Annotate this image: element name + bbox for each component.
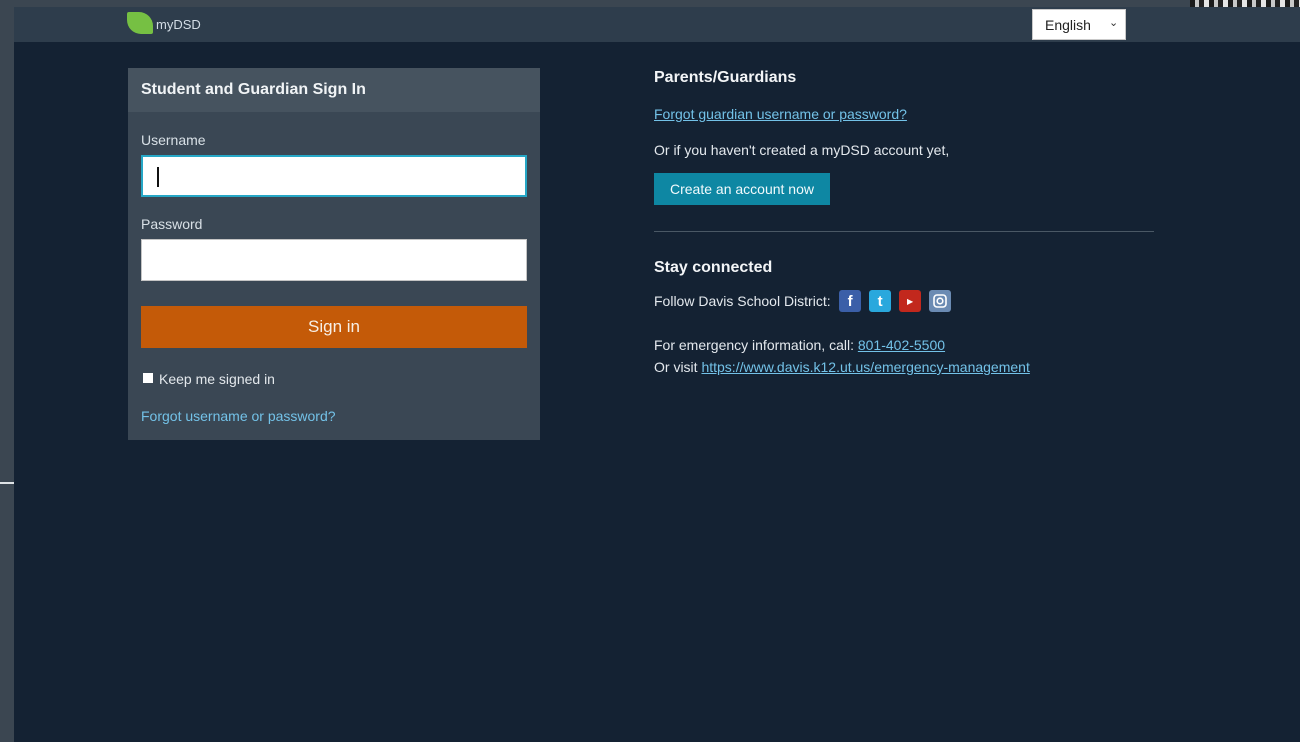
forgot-guardian-link[interactable]: Forgot guardian username or password? <box>654 106 907 122</box>
top-navigation-bar: myDSD English ⌄ <box>14 7 1300 42</box>
keep-signed-in-label[interactable]: Keep me signed in <box>159 371 275 387</box>
parents-title: Parents/Guardians <box>654 69 797 86</box>
emergency-phone-link[interactable]: 801-402-5500 <box>858 337 945 353</box>
leaf-logo-icon[interactable] <box>127 12 153 34</box>
password-label: Password <box>141 216 203 232</box>
decorative-barcode-strip <box>1190 0 1300 7</box>
visit-line: Or visit https://www.davis.k12.ut.us/eme… <box>654 359 1030 375</box>
section-divider <box>654 231 1154 232</box>
follow-row: Follow Davis School District: f t ▶ <box>654 290 952 312</box>
create-account-button[interactable]: Create an account now <box>654 173 830 205</box>
signin-button[interactable]: Sign in <box>141 306 527 348</box>
window-frame-top <box>0 0 1300 7</box>
language-selected-value: English <box>1045 17 1091 33</box>
youtube-icon[interactable]: ▶ <box>899 290 922 312</box>
password-input[interactable] <box>141 239 527 281</box>
follow-text: Follow Davis School District: <box>654 293 831 309</box>
main-content: Student and Guardian Sign In Username Pa… <box>14 42 1300 742</box>
forgot-username-password-link[interactable]: Forgot username or password? <box>141 408 336 424</box>
frame-marker <box>0 482 14 484</box>
language-select[interactable]: English ⌄ <box>1032 9 1126 40</box>
visit-text: Or visit <box>654 359 698 375</box>
text-caret <box>157 167 159 187</box>
no-account-text: Or if you haven't created a myDSD accoun… <box>654 142 950 158</box>
facebook-icon[interactable]: f <box>839 290 862 312</box>
instagram-icon[interactable] <box>929 290 952 312</box>
chevron-down-icon: ⌄ <box>1109 17 1119 29</box>
emergency-management-link[interactable]: https://www.davis.k12.ut.us/emergency-ma… <box>701 359 1029 375</box>
social-icons: f t ▶ <box>839 290 952 312</box>
username-label: Username <box>141 132 206 148</box>
stay-connected-title: Stay connected <box>654 259 773 276</box>
username-input[interactable] <box>141 155 527 197</box>
twitter-icon[interactable]: t <box>869 290 892 312</box>
emergency-text: For emergency information, call: <box>654 337 854 353</box>
signin-card-header: Student and Guardian Sign In <box>128 68 540 112</box>
emergency-line: For emergency information, call: 801-402… <box>654 337 945 353</box>
logo-text[interactable]: myDSD <box>156 17 201 32</box>
signin-title: Student and Guardian Sign In <box>141 81 366 98</box>
signin-card: Student and Guardian Sign In Username Pa… <box>128 68 540 440</box>
keep-signed-in-checkbox[interactable] <box>143 373 153 383</box>
window-frame-left <box>0 0 14 742</box>
